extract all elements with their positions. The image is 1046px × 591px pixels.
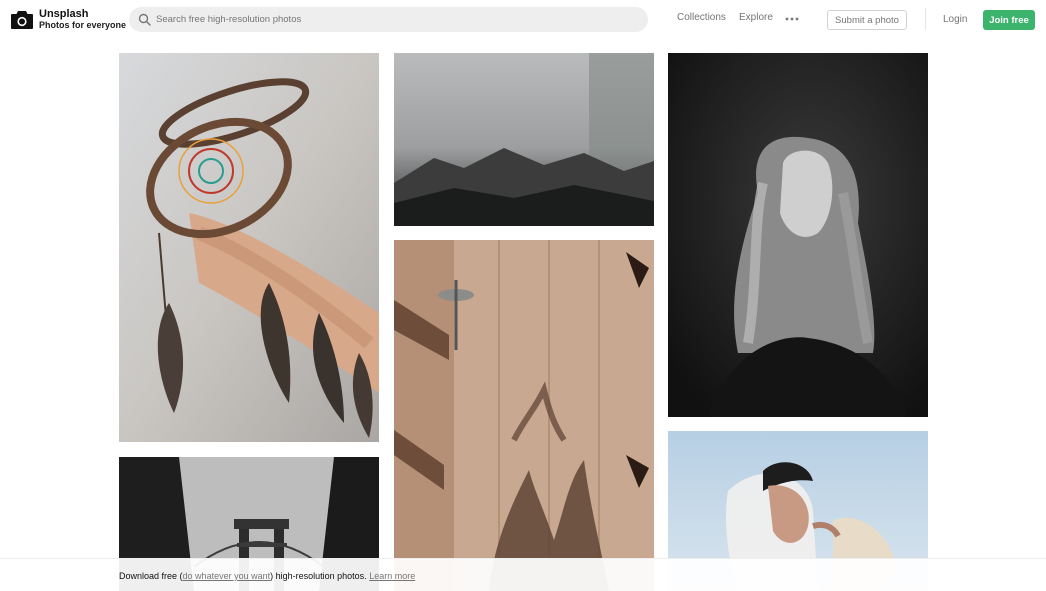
- photo-misty-mountains[interactable]: [394, 53, 654, 226]
- brand-name: Unsplash: [39, 8, 89, 20]
- top-bar: Unsplash Photos for everyone Collections…: [0, 0, 1046, 40]
- nav-explore[interactable]: Explore: [739, 13, 773, 23]
- search-input[interactable]: [156, 7, 636, 32]
- license-link[interactable]: do whatever you want: [183, 571, 271, 581]
- banner-prefix: Download free (: [119, 571, 183, 581]
- photo-building-shadows[interactable]: [394, 240, 654, 591]
- banner-middle: ) high-resolution photos.: [270, 571, 367, 581]
- search-icon: [138, 13, 151, 26]
- more-dots-icon[interactable]: [785, 16, 799, 22]
- search-bar[interactable]: [129, 7, 648, 32]
- brand[interactable]: Unsplash Photos for everyone: [39, 9, 126, 30]
- photo-woman-portrait[interactable]: [668, 53, 928, 417]
- join-free-button[interactable]: Join free: [983, 10, 1035, 30]
- nav-collections[interactable]: Collections: [677, 13, 726, 23]
- learn-more-link[interactable]: Learn more: [369, 571, 415, 581]
- download-banner: Download free (do whatever you want) hig…: [0, 558, 1046, 591]
- submit-photo-button[interactable]: Submit a photo: [827, 10, 907, 30]
- photo-dream-catcher[interactable]: [119, 53, 379, 442]
- brand-tagline: Photos for everyone: [39, 20, 127, 30]
- banner-text: Download free (do whatever you want) hig…: [119, 571, 415, 581]
- header-divider: [925, 8, 926, 30]
- camera-icon[interactable]: [11, 9, 33, 29]
- login-link[interactable]: Login: [943, 14, 967, 25]
